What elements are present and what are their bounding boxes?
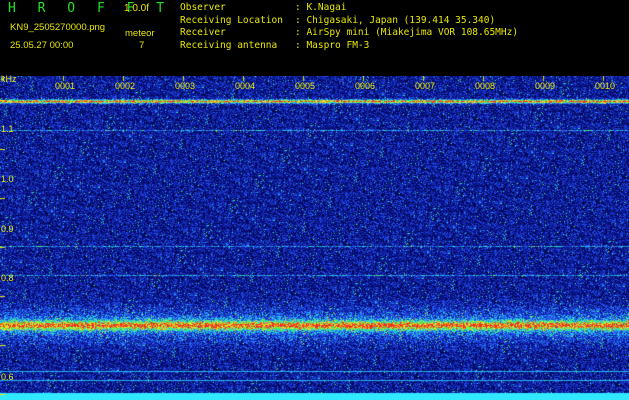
app-version: 1.0.0f — [124, 3, 150, 14]
axis-unit-label: kHz — [1, 74, 17, 84]
minute-tick-label: 0010 — [595, 81, 616, 91]
info-row-observer: Observer: K.Nagai — [180, 2, 347, 13]
minute-tick-label: 0007 — [415, 81, 436, 91]
minute-tick-label: 0002 — [115, 81, 136, 91]
meteor-count: 7 — [139, 40, 145, 51]
minute-tick-label: 0009 — [535, 81, 556, 91]
y-tick-label: 1.1 — [1, 124, 14, 134]
info-row-antenna: Receiving antenna: Maspro FM-3 — [180, 39, 370, 51]
minute-tick-label: 0005 — [295, 81, 316, 91]
spectrogram — [0, 76, 629, 400]
y-tick-label: 0.8 — [1, 273, 14, 283]
header-panel: H R O F F T 1.0.0f KN9_2505270000.png me… — [0, 0, 629, 76]
minute-tick-label: 0006 — [355, 81, 376, 91]
file-name: KN9_2505270000.png — [10, 22, 106, 33]
y-tick-label: 0.9 — [1, 224, 14, 234]
y-tick-label: 0.7 — [1, 322, 14, 332]
minute-tick-label: 0008 — [475, 81, 496, 91]
meteor-label: meteor — [125, 28, 155, 39]
y-tick-label: 0.6 — [1, 372, 14, 382]
y-tick-label: 1.0 — [1, 174, 14, 184]
info-row-receiver: Receiver: AirSpy mini (Miakejima VOR 108… — [180, 27, 519, 38]
station-info: Observer: K.Nagai Receiving Location: Ch… — [180, 2, 518, 52]
spectrogram-canvas — [0, 76, 629, 400]
minute-tick-label: 0001 — [55, 81, 76, 91]
minute-tick-label: 0003 — [175, 81, 196, 91]
info-row-location: Receiving Location: Chigasaki, Japan (13… — [180, 14, 496, 26]
timestamp: 25.05.27 00:00 — [10, 40, 74, 51]
minute-tick-label: 0004 — [235, 81, 256, 91]
